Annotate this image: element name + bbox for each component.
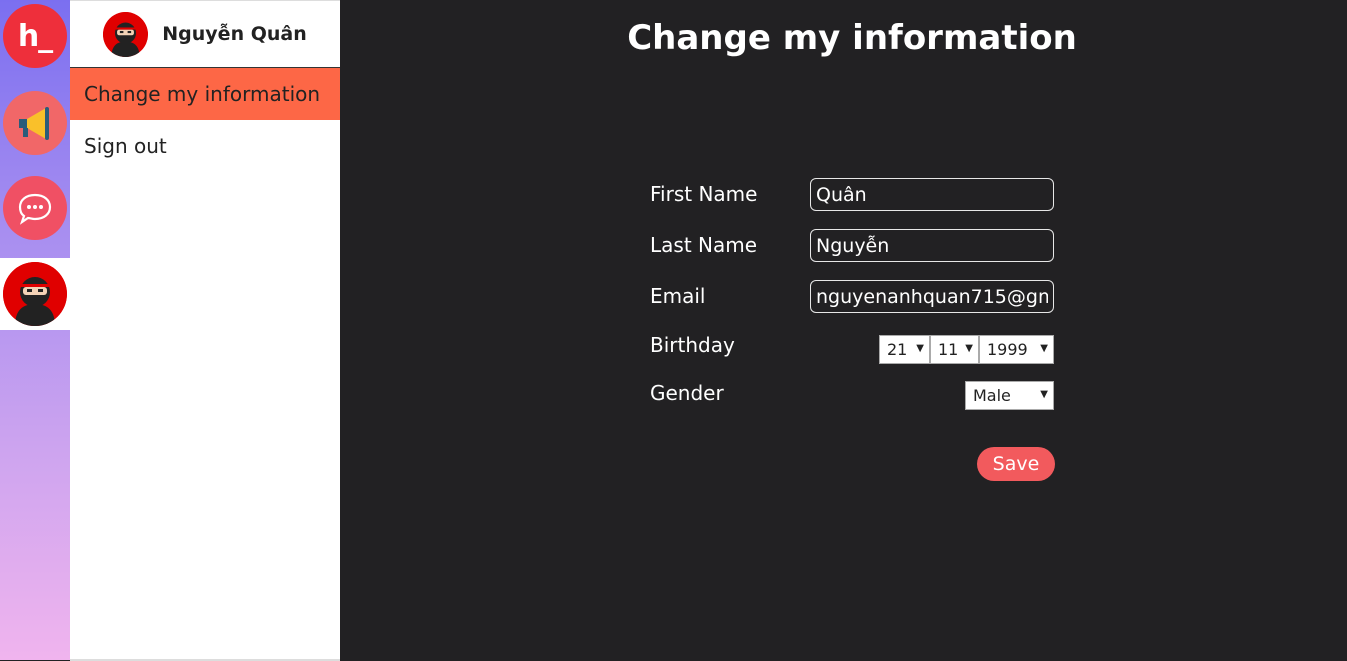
email-row: Email (650, 280, 1055, 331)
chat-glyph (18, 193, 52, 225)
birthday-row: Birthday 21 ▼ 11 ▼ 1999 ▼ (650, 331, 1055, 379)
menu-item-label: Change my information (84, 82, 321, 106)
megaphone-glyph (19, 107, 49, 140)
side-panel: Nguyễn Quân Change my information Sign o… (70, 0, 340, 661)
birthday-year-value: 1999 (987, 340, 1028, 359)
logo-icon[interactable]: h_ (3, 4, 67, 68)
birthday-year-select[interactable]: 1999 ▼ (979, 335, 1054, 364)
chevron-down-icon: ▼ (965, 343, 973, 354)
last-name-row: Last Name (650, 229, 1055, 280)
ninja-icon (3, 262, 67, 326)
logo-text: h_ (17, 18, 53, 54)
chevron-down-icon: ▼ (916, 343, 924, 354)
user-name: Nguyễn Quân (162, 23, 307, 45)
birthday-day-select[interactable]: 21 ▼ (879, 335, 930, 364)
birthday-month-value: 11 (938, 340, 959, 359)
ninja-avatar[interactable] (3, 262, 67, 326)
last-name-label: Last Name (650, 233, 758, 257)
email-field[interactable] (810, 280, 1054, 313)
chat-bubble-icon[interactable] (3, 176, 67, 240)
page-title: Change my information (627, 18, 1077, 58)
chevron-down-icon: ▼ (1040, 389, 1048, 400)
app-rail: h_ (0, 0, 70, 660)
chevron-down-icon: ▼ (1040, 343, 1048, 354)
user-avatar (103, 11, 149, 57)
menu-item-change-info[interactable]: Change my information (70, 68, 340, 120)
info-form: First Name Last Name Email Birthday 21 ▼… (650, 178, 1055, 430)
birthday-label: Birthday (650, 333, 735, 357)
first-name-row: First Name (650, 178, 1055, 229)
email-label: Email (650, 284, 706, 308)
first-name-field[interactable] (810, 178, 1054, 211)
first-name-label: First Name (650, 182, 758, 206)
menu-item-sign-out[interactable]: Sign out (70, 120, 340, 172)
panel-header: Nguyễn Quân (70, 1, 340, 68)
main-content: Change my information First Name Last Na… (341, 0, 1347, 660)
gender-label: Gender (650, 381, 724, 405)
last-name-field[interactable] (810, 229, 1054, 262)
birthday-month-select[interactable]: 11 ▼ (930, 335, 979, 364)
megaphone-icon[interactable] (3, 91, 67, 155)
menu-item-label: Sign out (84, 134, 167, 158)
ninja-icon (103, 11, 149, 57)
gender-select[interactable]: Male ▼ (965, 381, 1054, 410)
gender-value: Male (973, 386, 1011, 405)
gender-row: Gender Male ▼ (650, 379, 1055, 430)
save-button[interactable]: Save (977, 447, 1055, 481)
birthday-day-value: 21 (887, 340, 908, 359)
